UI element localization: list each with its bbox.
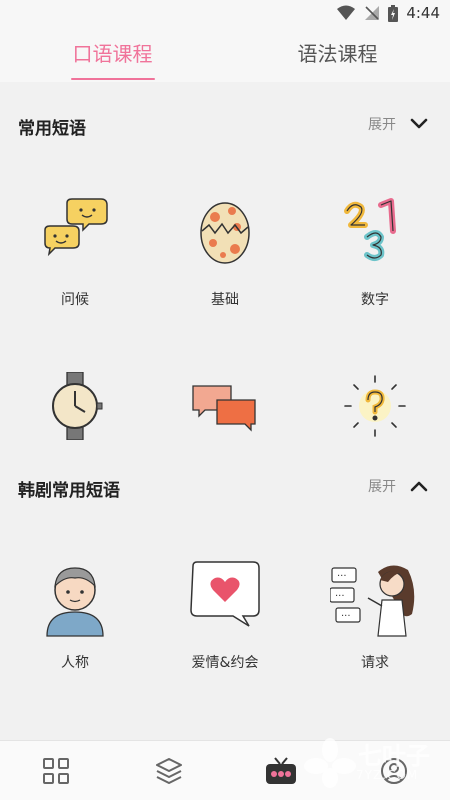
no-signal-icon — [364, 5, 380, 21]
svg-text:···: ··· — [335, 591, 345, 602]
nav-courses[interactable] — [113, 741, 226, 800]
course-item-label: 数字 — [361, 292, 389, 308]
svg-text:···: ··· — [337, 571, 347, 582]
section-header-common-phrases: 常用短语 展开 — [0, 104, 450, 148]
wristwatch-icon — [41, 371, 109, 441]
tab-grammar-course[interactable]: 语法课程 — [225, 28, 450, 82]
grid-icon — [42, 757, 70, 785]
expand-label: 展开 — [368, 479, 396, 495]
heart-message-icon — [187, 560, 263, 628]
course-tabs: 口语课程 语法课程 — [0, 28, 450, 82]
tv-icon — [264, 756, 298, 786]
course-item-pronouns[interactable]: 人称 — [0, 518, 150, 693]
drama-phrases-grid: 人称 爱情&约会 ··· ··· ··· 请求 — [0, 518, 450, 693]
watermark-logo: 七叶子 7YZ.COM — [300, 728, 450, 800]
course-item-label: 人称 — [61, 655, 89, 671]
tab-spoken-course[interactable]: 口语课程 — [0, 28, 225, 82]
course-item-love-dating[interactable]: 爱情&约会 — [150, 518, 300, 693]
girl-speaking-icon: ··· ··· ··· — [329, 560, 420, 637]
two-cards-icon — [191, 372, 259, 440]
section-header-drama-phrases: 韩剧常用短语 展开 — [0, 466, 450, 510]
common-phrases-grid: 问候 基础 数字 — [0, 155, 450, 505]
chat-bubbles-icon — [41, 197, 109, 265]
chevron-up-icon — [410, 480, 428, 492]
expand-toggle[interactable]: 展开 — [368, 114, 428, 134]
chevron-down-icon — [410, 118, 428, 130]
person-avatar-icon — [41, 560, 109, 637]
course-item-requests[interactable]: ··· ··· ··· 请求 — [300, 518, 450, 693]
course-item-label: 问候 — [61, 292, 89, 308]
course-item-numbers[interactable]: 数字 — [300, 155, 450, 330]
course-item-label: 请求 — [361, 655, 389, 671]
watermark-text: 七叶子 — [358, 742, 430, 770]
section-title: 常用短语 — [18, 119, 86, 139]
layers-icon — [154, 756, 184, 786]
course-item-label: 基础 — [211, 292, 239, 308]
battery-icon — [388, 4, 399, 22]
wifi-icon — [336, 5, 356, 21]
numbers-123-icon — [341, 197, 409, 265]
question-mark-icon — [341, 372, 409, 440]
section-title: 韩剧常用短语 — [18, 481, 120, 501]
course-item-greeting[interactable]: 问候 — [0, 155, 150, 330]
expand-label: 展开 — [368, 117, 396, 133]
status-bar: 4:44 — [0, 0, 450, 28]
collapse-toggle[interactable]: 展开 — [368, 476, 428, 496]
course-item-label: 爱情&约会 — [191, 655, 259, 671]
course-item-basics[interactable]: 基础 — [150, 155, 300, 330]
hatching-egg-icon — [191, 197, 259, 265]
svg-text:···: ··· — [341, 611, 351, 622]
watermark-subtext: 7YZ.COM — [356, 768, 419, 782]
status-time: 4:44 — [406, 4, 440, 22]
nav-home[interactable] — [0, 741, 113, 800]
